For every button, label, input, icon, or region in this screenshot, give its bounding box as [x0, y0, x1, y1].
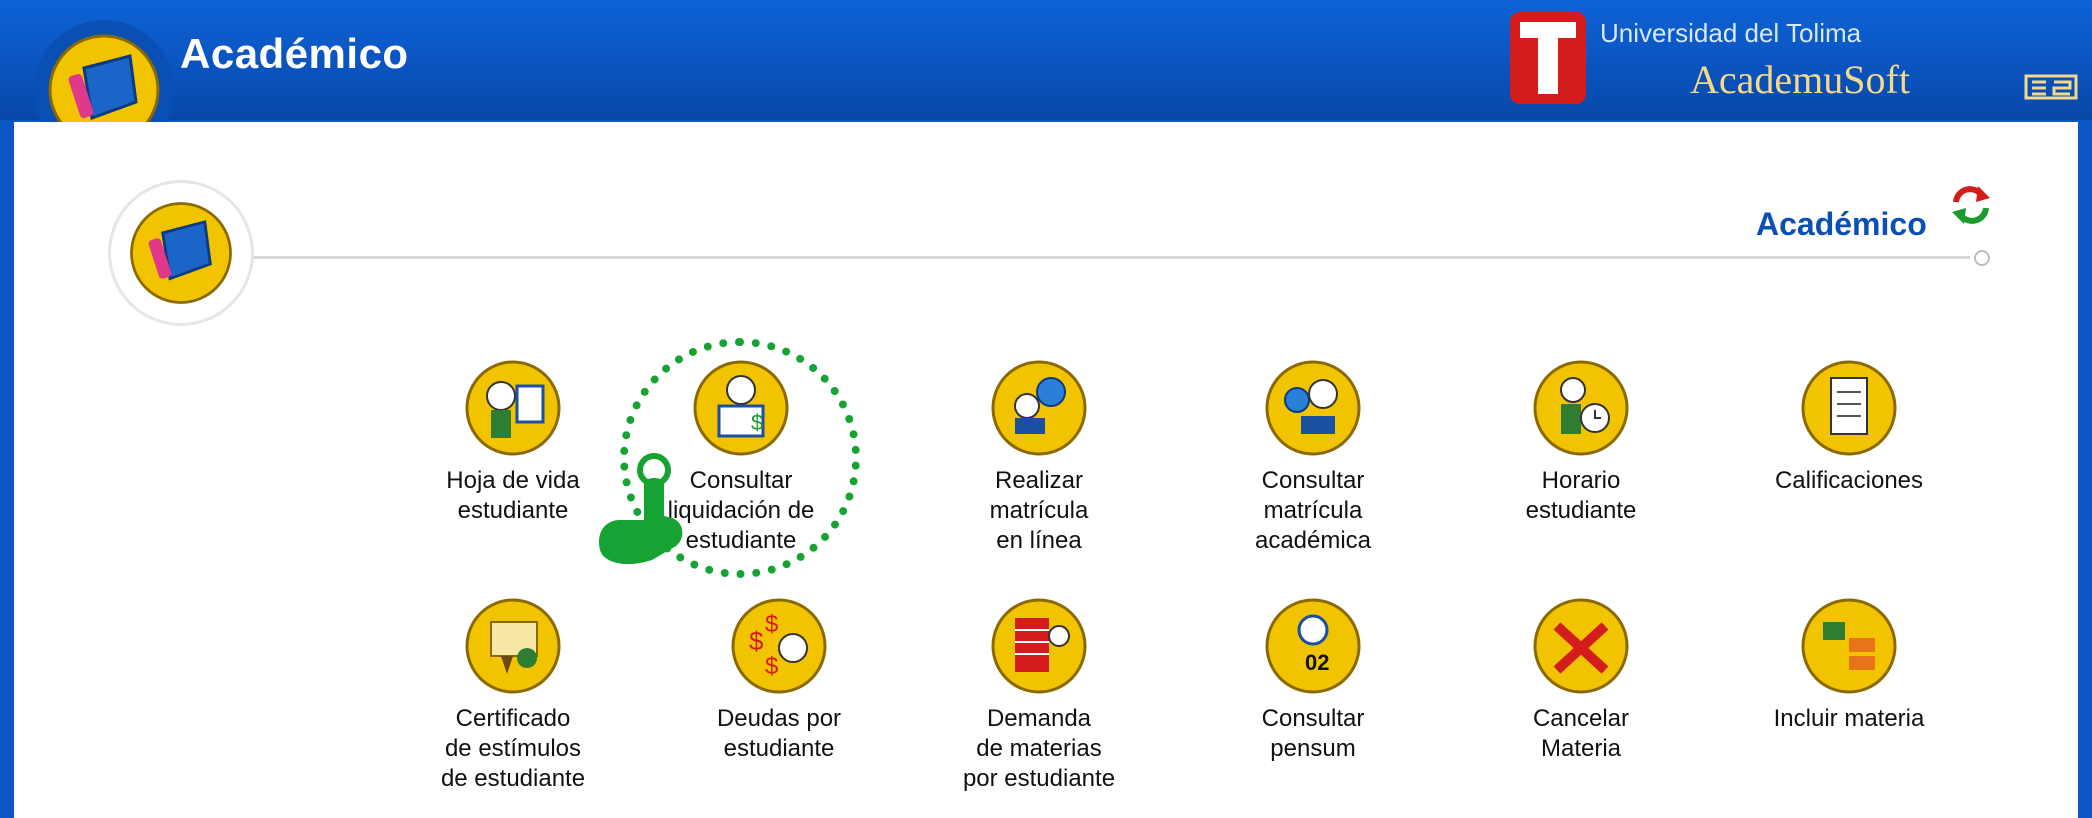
menu-item-label: Horario estudiante	[1525, 467, 1637, 524]
menu-item-deudas[interactable]: $ $ $ Deudas por estudiante	[664, 594, 894, 764]
menu-item-certificado-estimulos[interactable]: Certificado de estímulos de estudiante	[398, 594, 628, 794]
pensum-icon: 02	[1265, 598, 1361, 694]
menu-item-label: Demanda de materias por estudiante	[962, 705, 1116, 792]
svg-text:$: $	[765, 653, 778, 680]
menu-item-label: Consultar pensum	[1261, 705, 1365, 762]
refresh-icon[interactable]	[1948, 182, 1994, 228]
menu-item-incluir-materia[interactable]: Incluir materia	[1734, 594, 1964, 734]
brand-name: AcademuSoft	[1690, 57, 1910, 102]
debts-icon: $ $ $	[731, 598, 827, 694]
grades-icon	[1801, 360, 1897, 456]
app-header: Académico Universidad del Tolima Academu…	[0, 0, 2092, 160]
section-title: Académico	[1756, 206, 1927, 242]
section-badge	[108, 180, 254, 326]
book-icon	[130, 202, 232, 304]
menu-item-label: Consultar matrícula académica	[1254, 467, 1372, 554]
menu-item-label: Realizar matrícula en línea	[989, 467, 1089, 554]
svg-text:$: $	[749, 626, 764, 656]
pointer-hand-icon	[598, 453, 683, 565]
menu-item-consultar-pensum[interactable]: 02 Consultar pensum	[1198, 594, 1428, 764]
university-name: Universidad del Tolima	[1600, 18, 1862, 48]
cv-icon	[465, 360, 561, 456]
svg-text:$: $	[765, 611, 778, 638]
menu-item-label: Deudas por estudiante	[716, 705, 842, 762]
menu-item-cancelar-materia[interactable]: Cancelar Materia	[1466, 594, 1696, 764]
menu-item-calificaciones[interactable]: Calificaciones	[1734, 356, 1964, 496]
enroll-view-icon	[1265, 360, 1361, 456]
scroll-indicator	[1974, 250, 1990, 266]
menu-item-label: Incluir materia	[1773, 705, 1925, 732]
menu-item-label: Certificado de estímulos de estudiante	[440, 705, 586, 792]
university-logo	[1510, 12, 1586, 104]
menu-item-demanda-materias[interactable]: Demanda de materias por estudiante	[924, 594, 1154, 794]
demand-icon	[991, 598, 1087, 694]
section-divider	[246, 256, 1970, 259]
cancel-subject-icon	[1533, 598, 1629, 694]
app-title: Académico	[180, 30, 409, 77]
certificate-icon	[465, 598, 561, 694]
online-enroll-icon	[991, 360, 1087, 456]
svg-text:02: 02	[1305, 650, 1329, 675]
menu-item-label: Calificaciones	[1774, 467, 1924, 494]
menu-item-label: Cancelar Materia	[1532, 705, 1630, 762]
menu-item-consultar-matricula[interactable]: Consultar matrícula académica	[1198, 356, 1428, 556]
add-subject-icon	[1801, 598, 1897, 694]
menu-item-realizar-matricula[interactable]: Realizar matrícula en línea	[924, 356, 1154, 556]
brand-32-icon	[2024, 74, 2078, 100]
schedule-icon	[1533, 360, 1629, 456]
menu-item-horario[interactable]: Horario estudiante	[1466, 356, 1696, 526]
